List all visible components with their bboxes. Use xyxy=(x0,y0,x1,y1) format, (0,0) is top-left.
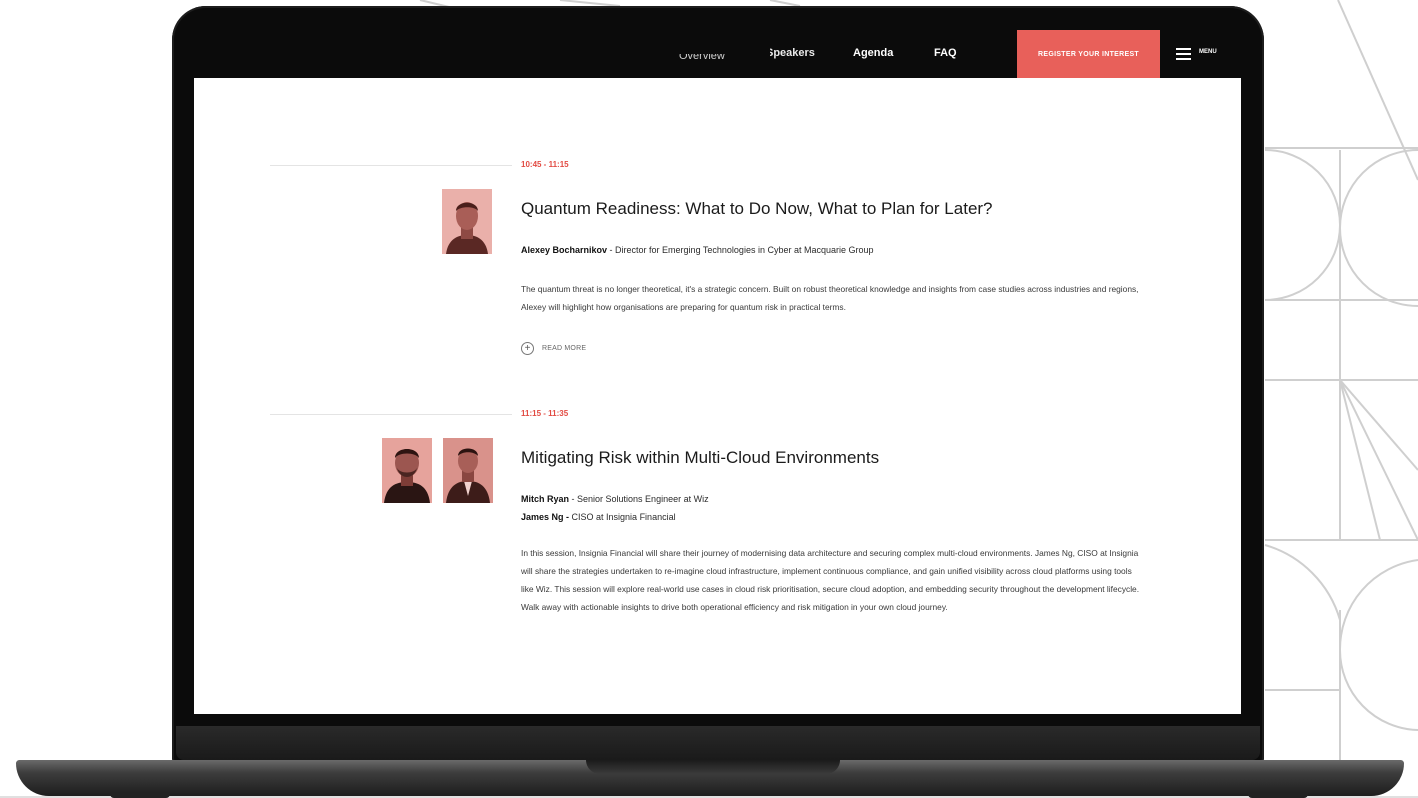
speaker-name: Alexey Bocharnikov xyxy=(521,245,608,255)
laptop-chin xyxy=(176,726,1260,760)
laptop-foot xyxy=(110,793,170,798)
register-interest-button[interactable]: REGISTER YOUR INTEREST xyxy=(1017,30,1160,78)
speaker-name: Mitch Ryan xyxy=(521,494,570,504)
speaker-photo-mitch xyxy=(382,438,432,503)
laptop-foot xyxy=(1248,793,1308,798)
nav-agenda[interactable]: Agenda xyxy=(853,47,893,59)
session-time: 10:45 - 11:15 xyxy=(521,160,569,169)
speaker-line: Mitch Ryan - Senior Solutions Engineer a… xyxy=(521,494,709,504)
speaker-role: - Director for Emerging Technologies in … xyxy=(607,245,874,255)
nav-overview[interactable]: Overview xyxy=(679,54,725,62)
laptop-screen: Overview Speakers Agenda FAQ REGISTER YO… xyxy=(194,30,1241,714)
top-navigation: Overview Speakers Agenda FAQ REGISTER YO… xyxy=(194,30,1241,78)
session-divider xyxy=(270,165,512,166)
nav-speakers[interactable]: Speakers xyxy=(770,47,815,59)
hamburger-icon xyxy=(1176,48,1191,60)
session-title: Mitigating Risk within Multi-Cloud Envir… xyxy=(521,448,880,467)
nav-faq[interactable]: FAQ xyxy=(934,47,957,59)
speaker-role: CISO at Insignia Financial xyxy=(569,512,676,522)
menu-label: MENU xyxy=(1199,49,1217,55)
session-divider xyxy=(270,414,512,415)
plus-circle-icon: + xyxy=(521,342,534,355)
speaker-line: James Ng - CISO at Insignia Financial xyxy=(521,512,676,522)
laptop-notch xyxy=(586,760,840,774)
read-more-button[interactable]: + READ MORE xyxy=(521,342,586,355)
read-more-label: READ MORE xyxy=(542,345,587,352)
speaker-role: - Senior Solutions Engineer at Wiz xyxy=(569,494,709,504)
speaker-name: James Ng - xyxy=(521,512,570,522)
agenda-content: 10:45 - 11:15 Quantum Readiness: What to… xyxy=(194,78,1241,714)
speaker-line: Alexey Bocharnikov - Director for Emergi… xyxy=(521,245,874,255)
speaker-photo-alexey xyxy=(442,189,492,254)
menu-button[interactable]: MENU xyxy=(1176,45,1226,63)
session-time: 11:15 - 11:35 xyxy=(521,409,569,418)
speaker-photo-james xyxy=(443,438,493,503)
session-description: In this session, Insignia Financial will… xyxy=(521,548,1140,612)
session-description: The quantum threat is no longer theoreti… xyxy=(521,284,1139,312)
session-title: Quantum Readiness: What to Do Now, What … xyxy=(521,199,993,218)
